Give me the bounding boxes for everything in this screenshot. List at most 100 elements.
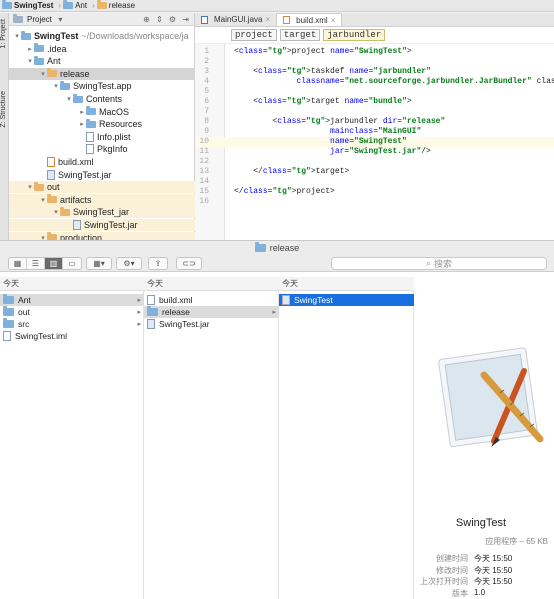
editor-area: MainGUI.java × build.xml × project targe… (195, 13, 554, 240)
tree-item[interactable]: SwingTest.jar (9, 219, 195, 231)
action-button[interactable]: ⚙▾ (116, 257, 142, 270)
scroll-from-source-icon[interactable]: ⊕ (142, 15, 151, 24)
group-button[interactable]: ▦▾ (86, 257, 112, 270)
tree-item[interactable]: ▸ MacOS (9, 106, 195, 118)
expand-arrow-icon[interactable]: ▾ (26, 183, 34, 191)
tree-item[interactable]: ▾ out (9, 181, 195, 194)
code-line[interactable]: 12 (195, 157, 554, 167)
metadata-value: 1.0 (474, 587, 486, 597)
hide-icon[interactable]: ⇥ (181, 15, 190, 24)
tree-item[interactable]: ▾ Ant (9, 55, 195, 67)
close-icon[interactable]: × (331, 16, 336, 25)
xml-breadcrumb-project[interactable]: project (231, 29, 277, 41)
tree-item[interactable]: ▾ artifacts (9, 193, 195, 206)
code-line[interactable]: 7 (195, 107, 554, 117)
code-line[interactable]: 16 (195, 197, 554, 207)
collapse-arrow-icon[interactable]: ▸ (78, 120, 86, 128)
breadcrumb-item[interactable]: release (96, 0, 135, 10)
finder-item[interactable]: SwingTest.jar (144, 318, 279, 330)
side-tab-structure[interactable]: Z: Structure (0, 91, 9, 128)
code-line[interactable]: 8 <class="tg">jarbundler dir="release" (195, 117, 554, 127)
code-line[interactable]: 14 (195, 177, 554, 187)
finder-item[interactable]: build.xml (144, 294, 279, 306)
finder-item[interactable]: SwingTest.iml (0, 330, 144, 342)
tree-item-label: MacOS (99, 106, 130, 117)
folder-icon (21, 30, 31, 40)
collapse-arrow-icon[interactable]: ▸ (26, 45, 34, 53)
tree-item[interactable]: build.xml (9, 156, 195, 168)
tree-item[interactable]: ▾ Contents (9, 93, 195, 105)
code-line[interactable]: 9 mainclass="MainGUI" (195, 127, 554, 137)
expand-arrow-icon[interactable]: ▾ (39, 70, 47, 78)
collapse-all-icon[interactable]: ⇕ (155, 15, 164, 24)
finder-item[interactable]: out ▸ (0, 306, 144, 318)
tab-label: MainGUI.java (214, 15, 263, 24)
collapse-arrow-icon[interactable]: ▸ (78, 108, 86, 116)
file-icon (47, 157, 55, 167)
line-number: 14 (199, 177, 209, 186)
tree-item[interactable]: ▾ SwingTest ~/Downloads/workspace/ja (9, 30, 195, 42)
tree-item[interactable]: ▸ .idea (9, 43, 195, 55)
tree-item[interactable]: ▾ release (9, 67, 195, 80)
folder-icon (47, 68, 57, 78)
finder-item[interactable]: release ▸ (144, 306, 279, 318)
gear-icon[interactable]: ⚙ (168, 15, 177, 24)
close-icon[interactable]: × (265, 15, 270, 24)
project-view-selector[interactable]: Project (27, 15, 52, 24)
code-line[interactable]: 6 <class="tg">target name="bundle"> (195, 97, 554, 107)
file-icon (147, 295, 155, 305)
icon-view-button[interactable]: ▦ (9, 258, 27, 269)
code-text: <class="tg">target name="bundle"> (234, 97, 412, 106)
finder-item[interactable]: src ▸ (0, 318, 144, 330)
gallery-view-button[interactable]: ▭ (63, 258, 81, 269)
code-line[interactable]: 4 classname="net.sourceforge.jarbundler.… (195, 77, 554, 87)
code-line[interactable]: 10 name="SwingTest" (195, 137, 554, 147)
tree-item[interactable]: SwingTest.jar (9, 169, 195, 181)
project-view-icon (13, 13, 23, 23)
finder-column: SwingTest (279, 291, 414, 599)
code-text: <class="tg">taskdef name="jarbundler" (234, 67, 431, 76)
expand-arrow-icon[interactable]: ▾ (26, 57, 34, 65)
finder-item-label: release (162, 307, 190, 317)
xml-breadcrumb-jarbundler[interactable]: jarbundler (323, 29, 386, 41)
list-view-button[interactable]: ☰ (27, 258, 45, 269)
expand-arrow-icon[interactable]: ▾ (65, 95, 73, 103)
code-line[interactable]: 11 jar="SwingTest.jar"/> (195, 147, 554, 157)
code-line[interactable]: 15 </class="tg">project> (195, 187, 554, 197)
code-line[interactable]: 13 </class="tg">target> (195, 167, 554, 177)
tree-item[interactable]: PkgInfo (9, 143, 195, 155)
tree-item[interactable]: ▾ SwingTest_jar (9, 206, 195, 219)
code-editor[interactable]: 1 <class="tg">project name="SwingTest"> 2 3… (195, 44, 554, 240)
tree-item-label: Contents (86, 94, 123, 104)
tree-item[interactable]: ▸ Resources (9, 118, 195, 130)
tab-build-xml[interactable]: build.xml × (276, 13, 343, 26)
tags-button[interactable]: ⊂⊃ (176, 257, 202, 270)
metadata-value: 今天 15:50 (474, 577, 513, 586)
finder-title-bar: release (0, 241, 554, 255)
code-line[interactable]: 5 (195, 87, 554, 97)
tree-item[interactable]: Info.plist (9, 131, 195, 143)
share-button[interactable]: ⇪ (148, 257, 168, 270)
code-line[interactable]: 2 (195, 57, 554, 67)
expand-arrow-icon[interactable]: ▾ (52, 82, 60, 90)
breadcrumb-item[interactable]: Ant (63, 0, 87, 10)
finder-item[interactable]: Ant ▸ (0, 294, 144, 306)
tab-maingui-java[interactable]: MainGUI.java × (195, 13, 276, 26)
tree-item[interactable]: ▾ production (9, 231, 195, 240)
expand-arrow-icon[interactable]: ▾ (39, 196, 47, 204)
code-line[interactable]: 3 <class="tg">taskdef name="jarbundler" (195, 67, 554, 77)
side-tab-project[interactable]: 1: Project (0, 19, 9, 49)
finder-item[interactable]: SwingTest (279, 294, 414, 306)
column-view-button[interactable]: ▥ (45, 258, 63, 269)
chevron-down-icon[interactable]: ▾ (56, 15, 65, 24)
code-text: <class="tg">jarbundler dir="release" (234, 117, 446, 126)
xml-breadcrumb-target[interactable]: target (279, 29, 321, 41)
search-input[interactable]: ⌕ 搜索 (331, 257, 547, 270)
code-line[interactable]: 1 <class="tg">project name="SwingTest"> (195, 47, 554, 57)
expand-arrow-icon[interactable]: ▾ (52, 208, 60, 216)
breadcrumb-item[interactable]: SwingTest (2, 0, 53, 10)
tree-item[interactable]: ▾ SwingTest.app (9, 80, 195, 92)
tree-item-label: release (60, 68, 90, 79)
chevron-right-icon: ▸ (272, 309, 276, 316)
expand-arrow-icon[interactable]: ▾ (13, 32, 21, 40)
